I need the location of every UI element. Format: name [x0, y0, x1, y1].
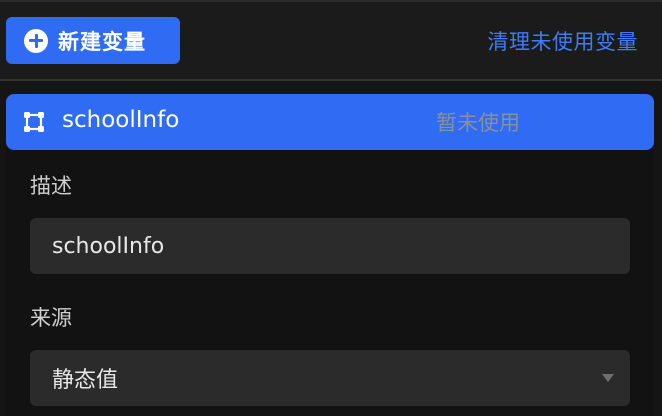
plus-circle-icon	[24, 28, 48, 53]
node-graph-icon	[24, 112, 44, 132]
source-select[interactable]: 静态值	[30, 350, 630, 406]
variable-header[interactable]: schoolInfo 暂未使用	[6, 94, 654, 150]
source-selected-value: 静态值	[52, 368, 119, 393]
new-variable-button[interactable]: 新建变量	[6, 17, 180, 64]
top-border	[0, 0, 662, 2]
caret-down-icon	[602, 374, 614, 382]
description-value: schoolInfo	[52, 233, 165, 259]
variable-usage-status: 暂未使用	[436, 111, 520, 135]
divider	[0, 79, 662, 81]
cleanup-unused-variables-link[interactable]: 清理未使用变量	[488, 26, 639, 56]
variable-name: schoolInfo	[62, 107, 180, 133]
new-variable-label: 新建变量	[58, 29, 146, 54]
source-label: 来源	[30, 306, 72, 330]
description-label: 描述	[30, 174, 72, 198]
description-input[interactable]: schoolInfo	[30, 218, 630, 274]
